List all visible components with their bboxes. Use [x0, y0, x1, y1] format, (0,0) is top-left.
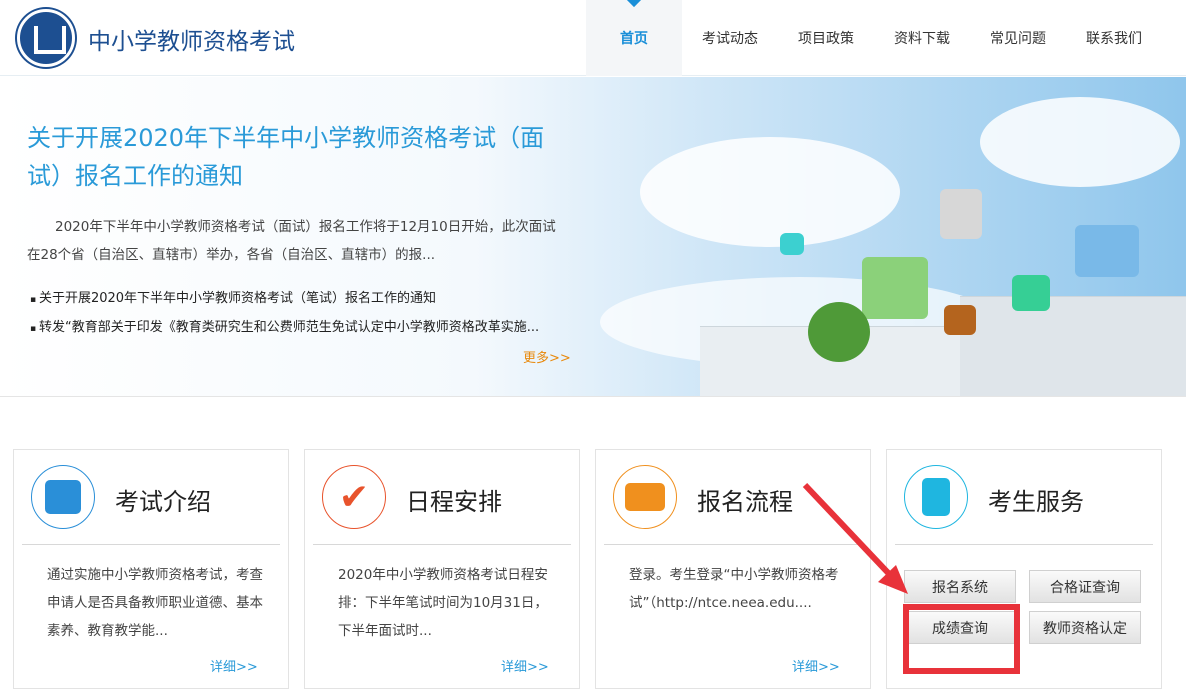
details-link[interactable]: 详细>>	[792, 656, 840, 675]
details-link[interactable]: 详细>>	[210, 656, 258, 675]
card-title: 考生服务	[988, 488, 1084, 516]
cube-decoration	[1012, 275, 1050, 311]
card-text: 通过实施中小学教师资格考试，考查申请人是否具备教师职业道德、基本素养、教育教学能…	[47, 567, 263, 639]
highlight-box	[903, 604, 1020, 674]
checkmark-icon: ✔	[322, 465, 386, 529]
divider	[604, 544, 862, 545]
divider	[22, 544, 280, 545]
nav-faq[interactable]: 常见问题	[970, 0, 1066, 76]
nav-downloads[interactable]: 资料下载	[874, 0, 970, 76]
card-text: 2020年中小学教师资格考试日程安排：下半年笔试时间为10月31日，下半年面试时…	[338, 567, 548, 639]
city-skyline	[960, 296, 1186, 396]
divider	[313, 544, 571, 545]
banner-link-list: 关于开展2020年下半年中小学教师资格考试（笔试）报名工作的通知 转发“教育部关…	[30, 285, 539, 343]
main-nav: 首页 考试动态 项目政策 资料下载 常见问题 联系我们	[586, 0, 1162, 76]
banner-description: 2020年下半年中小学教师资格考试（面试）报名工作将于12月10日开始，此次面试…	[27, 219, 556, 263]
banner-title[interactable]: 关于开展2020年下半年中小学教师资格考试（面试）报名工作的通知	[27, 119, 547, 195]
banner-link[interactable]: 关于开展2020年下半年中小学教师资格考试（笔试）报名工作的通知	[30, 285, 539, 314]
teacher-certification-button[interactable]: 教师资格认定	[1029, 611, 1141, 644]
nav-policy[interactable]: 项目政策	[778, 0, 874, 76]
card-text: 登录。考生登录“中小学教师资格考试”（http://ntce.neea.edu.…	[629, 567, 839, 611]
card-title[interactable]: 考试介绍	[115, 482, 211, 517]
site-title[interactable]: 中小学教师资格考试	[88, 22, 295, 56]
banner: 关于开展2020年下半年中小学教师资格考试（面试）报名工作的通知 2020年下半…	[0, 77, 1186, 397]
contact-book-icon	[904, 465, 968, 529]
divider	[895, 544, 1153, 545]
details-link[interactable]: 详细>>	[501, 656, 549, 675]
document-pen-icon	[31, 465, 95, 529]
certificate-query-button[interactable]: 合格证查询	[1029, 570, 1141, 603]
cube-decoration	[1075, 225, 1139, 277]
cube-decoration	[944, 305, 976, 335]
card-title[interactable]: 日程安排	[406, 482, 502, 517]
logo[interactable]	[17, 9, 75, 67]
header: 中小学教师资格考试 首页 考试动态 项目政策 资料下载 常见问题 联系我们	[0, 0, 1186, 76]
banner-link[interactable]: 转发“教育部关于印发《教育类研究生和公费师范生免试认定中小学教师资格改革实施..…	[30, 314, 539, 343]
cloud-decoration	[640, 137, 900, 247]
nav-contact[interactable]: 联系我们	[1066, 0, 1162, 76]
card-registration-process: 报名流程 登录。考生登录“中小学教师资格考试”（http://ntce.neea…	[595, 449, 871, 689]
cube-decoration	[780, 233, 804, 255]
nav-exam-news[interactable]: 考试动态	[682, 0, 778, 76]
form-icon	[613, 465, 677, 529]
card-title[interactable]: 报名流程	[697, 482, 793, 517]
cube-decoration	[940, 189, 982, 239]
card-exam-intro: 考试介绍 通过实施中小学教师资格考试，考查申请人是否具备教师职业道德、基本素养、…	[13, 449, 289, 689]
nav-home[interactable]: 首页	[586, 0, 682, 76]
more-link[interactable]: 更多>>	[523, 347, 571, 366]
registration-system-button[interactable]: 报名系统	[904, 570, 1016, 603]
tree-decoration	[808, 302, 870, 362]
cube-decoration	[862, 257, 928, 319]
card-schedule: ✔ 日程安排 2020年中小学教师资格考试日程安排：下半年笔试时间为10月31日…	[304, 449, 580, 689]
cloud-decoration	[980, 97, 1180, 187]
